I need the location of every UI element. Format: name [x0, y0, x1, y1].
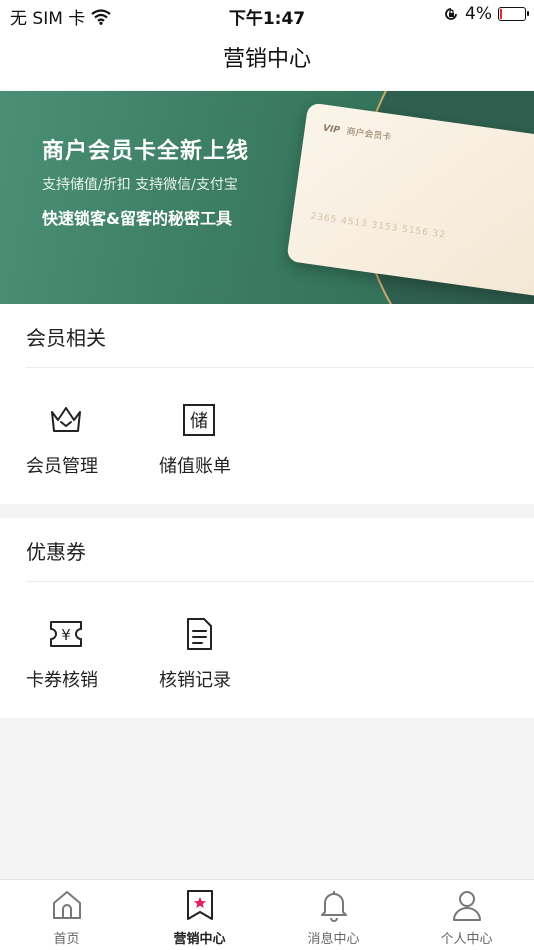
- orientation-lock-icon: [445, 8, 457, 20]
- section-title-member: 会员相关: [26, 326, 106, 350]
- section-divider: [26, 367, 534, 368]
- tab-messages-label: 消息中心: [307, 932, 360, 947]
- banner-headline: 商户会员卡全新上线: [42, 139, 250, 164]
- tab-profile[interactable]: 个人中心: [400, 888, 533, 947]
- promo-banner[interactable]: 商户会员卡全新上线 支持储值/折扣 支持微信/支付宝 快速锁客&留客的秘密工具 …: [0, 91, 534, 304]
- member-card-image: VIP 商户会员卡 2365 4513 3153 5156 32: [286, 102, 534, 300]
- bell-icon: [320, 891, 347, 922]
- coupon-verify-label: 卡券核销: [26, 670, 98, 691]
- banner-subline: 支持储值/折扣 支持微信/支付宝: [42, 177, 238, 193]
- card-title: 商户会员卡: [345, 126, 392, 144]
- battery-icon: [498, 7, 529, 21]
- section-divider: [26, 581, 534, 582]
- stored-value-glyph: 储: [190, 411, 208, 432]
- tab-bar: 首页 营销中心 消息中心 个人中心: [0, 879, 534, 950]
- stored-value-icon: 储: [183, 404, 215, 436]
- bookmark-star-icon: [186, 890, 213, 920]
- page-title: 营销中心: [222, 47, 311, 72]
- verify-record-label: 核销记录: [159, 670, 231, 691]
- tab-marketing[interactable]: 营销中心: [133, 888, 266, 947]
- coupon-section: 优惠券 ¥ 卡券核销 核销记录: [0, 518, 534, 718]
- card-number: 2365 4513 3153 5156 32: [309, 211, 447, 241]
- tab-marketing-label: 营销中心: [173, 932, 226, 947]
- status-bar: 无 SIM 卡 下午1:47 4%: [0, 0, 534, 30]
- home-icon: [52, 891, 81, 919]
- tab-home-label: 首页: [53, 932, 80, 947]
- tab-profile-label: 个人中心: [440, 932, 493, 947]
- nav-bar: 营销中心: [0, 30, 534, 90]
- member-section: 会员相关 会员管理 储 储值账单: [0, 304, 534, 504]
- tab-home[interactable]: 首页: [0, 888, 133, 947]
- person-icon: [452, 891, 481, 921]
- crown-icon: [51, 407, 81, 432]
- battery-percent: 4%: [465, 4, 492, 24]
- banner-tagline: 快速锁客&留客的秘密工具: [42, 209, 232, 228]
- card-vip-label: VIP: [322, 123, 341, 136]
- member-management-label: 会员管理: [26, 456, 98, 477]
- document-icon: [187, 618, 212, 650]
- stored-value-bill-label: 储值账单: [159, 456, 231, 477]
- coupon-glyph: ¥: [61, 626, 71, 644]
- tab-messages[interactable]: 消息中心: [267, 888, 400, 947]
- coupon-ticket-icon: ¥: [50, 621, 82, 647]
- section-title-coupon: 优惠券: [26, 540, 86, 564]
